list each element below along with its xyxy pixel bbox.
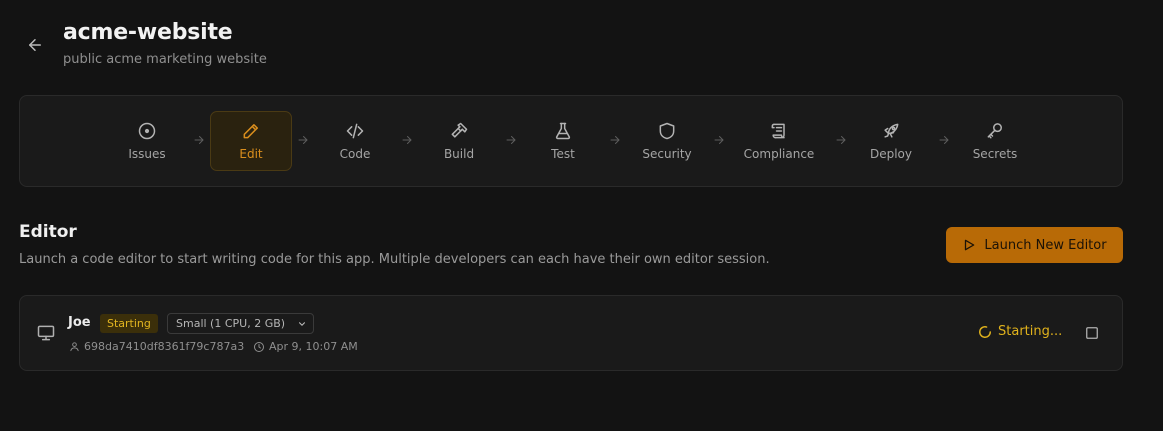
play-icon bbox=[965, 239, 975, 251]
stage-edit[interactable]: Edit bbox=[210, 111, 292, 171]
size-select-value: Small (1 CPU, 2 GB) bbox=[176, 317, 286, 330]
stage-label: Build bbox=[443, 147, 475, 161]
stage-label: Issues bbox=[128, 147, 166, 161]
stage-issues[interactable]: Issues bbox=[107, 111, 187, 171]
arrow-right-icon bbox=[506, 136, 516, 144]
stage-build[interactable]: Build bbox=[419, 111, 499, 171]
arrow-left-icon bbox=[29, 39, 41, 51]
hammer-icon bbox=[451, 122, 468, 138]
session-id: 698da7410df8361f79c787a3 bbox=[69, 340, 244, 353]
section-title: Editor bbox=[19, 222, 77, 242]
session-id-text: 698da7410df8361f79c787a3 bbox=[84, 340, 245, 353]
stage-security[interactable]: Security bbox=[627, 111, 707, 171]
stage-label: Secrets bbox=[972, 147, 1018, 161]
section-description: Launch a code editor to start writing co… bbox=[19, 252, 770, 267]
arrow-right-icon bbox=[194, 136, 204, 144]
stage-compliance[interactable]: Compliance bbox=[731, 111, 827, 171]
stage-label: Test bbox=[551, 147, 575, 161]
chevron-down-icon bbox=[298, 322, 306, 326]
pipeline-stepper: Issues Edit Code Build Test Security Com… bbox=[19, 95, 1123, 187]
key-icon bbox=[987, 123, 1002, 139]
stage-label: Compliance bbox=[743, 147, 815, 161]
stop-session-button[interactable] bbox=[1084, 325, 1100, 341]
stage-secrets[interactable]: Secrets bbox=[955, 111, 1035, 171]
launch-new-editor-button[interactable]: Launch New Editor bbox=[946, 227, 1123, 263]
status-badge: Starting bbox=[100, 314, 158, 333]
clock-icon bbox=[254, 341, 264, 352]
flask-icon bbox=[555, 122, 571, 140]
stage-label: Edit bbox=[239, 147, 263, 161]
stop-square-icon bbox=[1086, 327, 1098, 339]
page-subtitle: public acme marketing website bbox=[63, 52, 267, 67]
stage-label: Security bbox=[642, 147, 692, 161]
arrow-right-icon bbox=[298, 136, 308, 144]
spinner-icon bbox=[979, 325, 991, 338]
monitor-icon bbox=[37, 325, 55, 341]
stage-test[interactable]: Test bbox=[523, 111, 603, 171]
arrow-right-icon bbox=[836, 136, 846, 144]
arrow-right-icon bbox=[714, 136, 724, 144]
arrow-right-icon bbox=[610, 136, 620, 144]
arrow-right-icon bbox=[939, 136, 949, 144]
page-header: acme-website public acme marketing websi… bbox=[0, 0, 1163, 80]
scroll-icon bbox=[771, 123, 785, 139]
machine-size-select[interactable]: Small (1 CPU, 2 GB) bbox=[167, 313, 314, 334]
session-timestamp: Apr 9, 10:07 AM bbox=[253, 340, 358, 353]
pencil-icon bbox=[243, 124, 258, 139]
stage-code[interactable]: Code bbox=[315, 111, 395, 171]
launch-label: Launch New Editor bbox=[984, 237, 1107, 253]
stage-label: Code bbox=[339, 147, 371, 161]
user-icon bbox=[70, 342, 79, 352]
arrow-right-icon bbox=[402, 136, 412, 144]
page-title: acme-website bbox=[63, 20, 233, 45]
session-timestamp-text: Apr 9, 10:07 AM bbox=[269, 340, 358, 353]
rocket-icon bbox=[884, 123, 899, 138]
stage-deploy[interactable]: Deploy bbox=[851, 111, 931, 171]
shield-icon bbox=[659, 122, 675, 140]
editor-session-card: Joe Starting Small (1 CPU, 2 GB) 698da74… bbox=[19, 295, 1123, 371]
stage-label: Deploy bbox=[869, 147, 913, 161]
session-status-text: Starting... bbox=[998, 324, 1063, 339]
back-button[interactable] bbox=[24, 34, 46, 56]
session-user-name: Joe bbox=[68, 315, 91, 330]
session-status: Starting... bbox=[978, 324, 1062, 339]
code-icon bbox=[346, 123, 364, 139]
issues-circle-icon bbox=[138, 122, 156, 140]
